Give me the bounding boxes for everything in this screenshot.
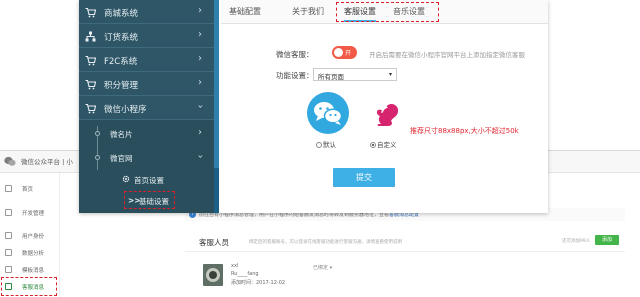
squirrel-icon [376,103,399,126]
sidebar-label: 积分管理 [104,81,139,91]
function-setting-label: 功能设置： [276,71,314,80]
wechat-chat-icon [307,92,349,134]
sidebar-item-order[interactable]: 订货系统 › [79,24,219,48]
sidebar-leaf-home-settings[interactable]: 首页设置 [79,170,219,190]
select-value: 所有页面 [318,73,344,81]
tab-highlight-box [336,2,439,22]
sidebar-item-points[interactable]: 积分管理 › [79,72,219,96]
wechat-service-toggle[interactable]: 开 [332,46,357,59]
sidebar-label: 订货系统 [104,33,139,43]
wechat-service-label: 微信客服： [276,50,314,59]
code-icon [5,209,12,216]
app-window: 商城系统 › 订货系统 › F2C系统 › 积分管理 › 微信小程序 › 微名片… [79,0,548,213]
gear-icon [122,175,130,183]
basic-settings-highlight-box [124,191,175,209]
mp-sidebar: 首页 开发管理 用户身份 数据分析 模板消息 客服消息 [0,173,60,297]
sidebar-label: 微信小程序 [104,105,147,115]
chart-icon [5,249,12,256]
subitem-label: 微名片 [110,130,133,139]
mp-nav-user[interactable]: 用户身份 [0,228,60,244]
agent-name: xxl [231,263,239,269]
toggle-knob [334,48,343,57]
submit-button[interactable]: 提交 [333,168,395,187]
sidebar-item-f2c[interactable]: F2C系统 › [79,48,219,72]
chevron-down-icon: › [194,104,206,109]
add-agent-button[interactable]: 添加 [595,235,619,245]
tree-node-icon [95,155,100,160]
sidebar-label: F2C系统 [104,57,138,67]
section-title: 客服人员 [199,238,229,247]
mp-nav-home[interactable]: 首页 [0,181,60,197]
message-icon [5,266,12,273]
mp-nav-data[interactable]: 数据分析 [0,245,60,261]
mp-nav-label: 模板消息 [22,268,45,274]
agent-account: Ru____fang [231,271,259,277]
cart-icon [85,7,96,18]
cart-icon [85,103,96,114]
radio-default[interactable]: 默认 [316,139,336,149]
app-sidebar: 商城系统 › 订货系统 › F2C系统 › 积分管理 › 微信小程序 › 微名片… [79,0,219,213]
chevron-right-icon: › [198,29,202,40]
mp-nav-template[interactable]: 模板消息 [0,262,60,278]
tab-bar: 基础配置 关于我们 客服设置 音乐设置 [221,0,548,24]
tab-basic-config[interactable]: 基础配置 [229,6,261,17]
home-icon [5,185,12,192]
section-desc: 绑定后的客服账号，可以登录在线客服功能进行客服沟通，详情查看使用说明 [249,240,402,245]
wechat-service-hint: 开启后需要在微信小程序官网平台上添加指定微信客服 [369,51,525,59]
divider [185,251,625,252]
chevron-right-icon: › [198,53,202,64]
size-recommendation-note: 推荐尺寸88x88px,大小不超过50k [410,127,519,135]
service-highlight-box [1,277,57,296]
mp-nav-label: 开发管理 [22,211,45,217]
mp-nav-label: 首页 [22,187,34,193]
radio-circle-checked [370,142,376,148]
add-note: 还可添加99人 [562,239,591,244]
sidebar-item-mall[interactable]: 商城系统 › [79,0,219,24]
toggle-text: 开 [345,50,352,57]
sidebar-item-miniprogram[interactable]: 微信小程序 › [79,96,219,120]
tab-about-us[interactable]: 关于我们 [292,6,324,17]
mp-nav-dev[interactable]: 开发管理 [0,205,60,221]
avatar [203,264,223,286]
chevron-right-icon: › [198,127,202,138]
sidebar-subitem-card[interactable]: 微名片 › [79,124,219,144]
cart-icon [85,55,96,66]
leaf-label: 首页设置 [134,176,164,185]
org-icon [85,31,96,42]
mp-main: i 前往自有小程序消息管理，用户在小程序内给客服发消息时将转发到服务器地址，查看… [185,208,640,297]
sidebar-label: 商城系统 [104,9,139,19]
chevron-right-icon: › [198,5,202,16]
tree-node-icon [95,131,100,136]
chevron-right-icon: › [198,77,202,88]
subitem-label: 微官网 [110,154,133,163]
cart-icon [85,79,96,90]
agent-date: 添加时间：2017-12-02 [231,280,286,286]
sidebar-subitem-website[interactable]: 微官网 › [79,148,219,168]
radio-custom[interactable]: 自定义 [370,139,397,149]
chevron-down-icon: › [194,154,206,159]
radio-label: 默认 [323,141,336,149]
settings-panel: 基础配置 关于我们 客服设置 音乐设置 微信客服： 开 开启后需要在微信小程序官… [221,0,548,213]
mp-title: 微信公众平台 | 小 [21,158,73,166]
radio-label: 自定义 [377,141,397,149]
caret-down-icon: ▾ [388,71,392,78]
wechat-logo-icon [4,156,16,166]
user-icon [5,232,12,239]
function-setting-select[interactable]: 所有页面 ▾ [313,68,397,81]
sidebar-scrollthumb[interactable] [214,168,219,213]
mp-nav-label: 数据分析 [22,251,45,257]
mp-nav-label: 用户身份 [22,234,45,240]
radio-circle [316,142,322,148]
agent-status-dropdown[interactable]: 已绑定 ▾ [313,264,332,271]
